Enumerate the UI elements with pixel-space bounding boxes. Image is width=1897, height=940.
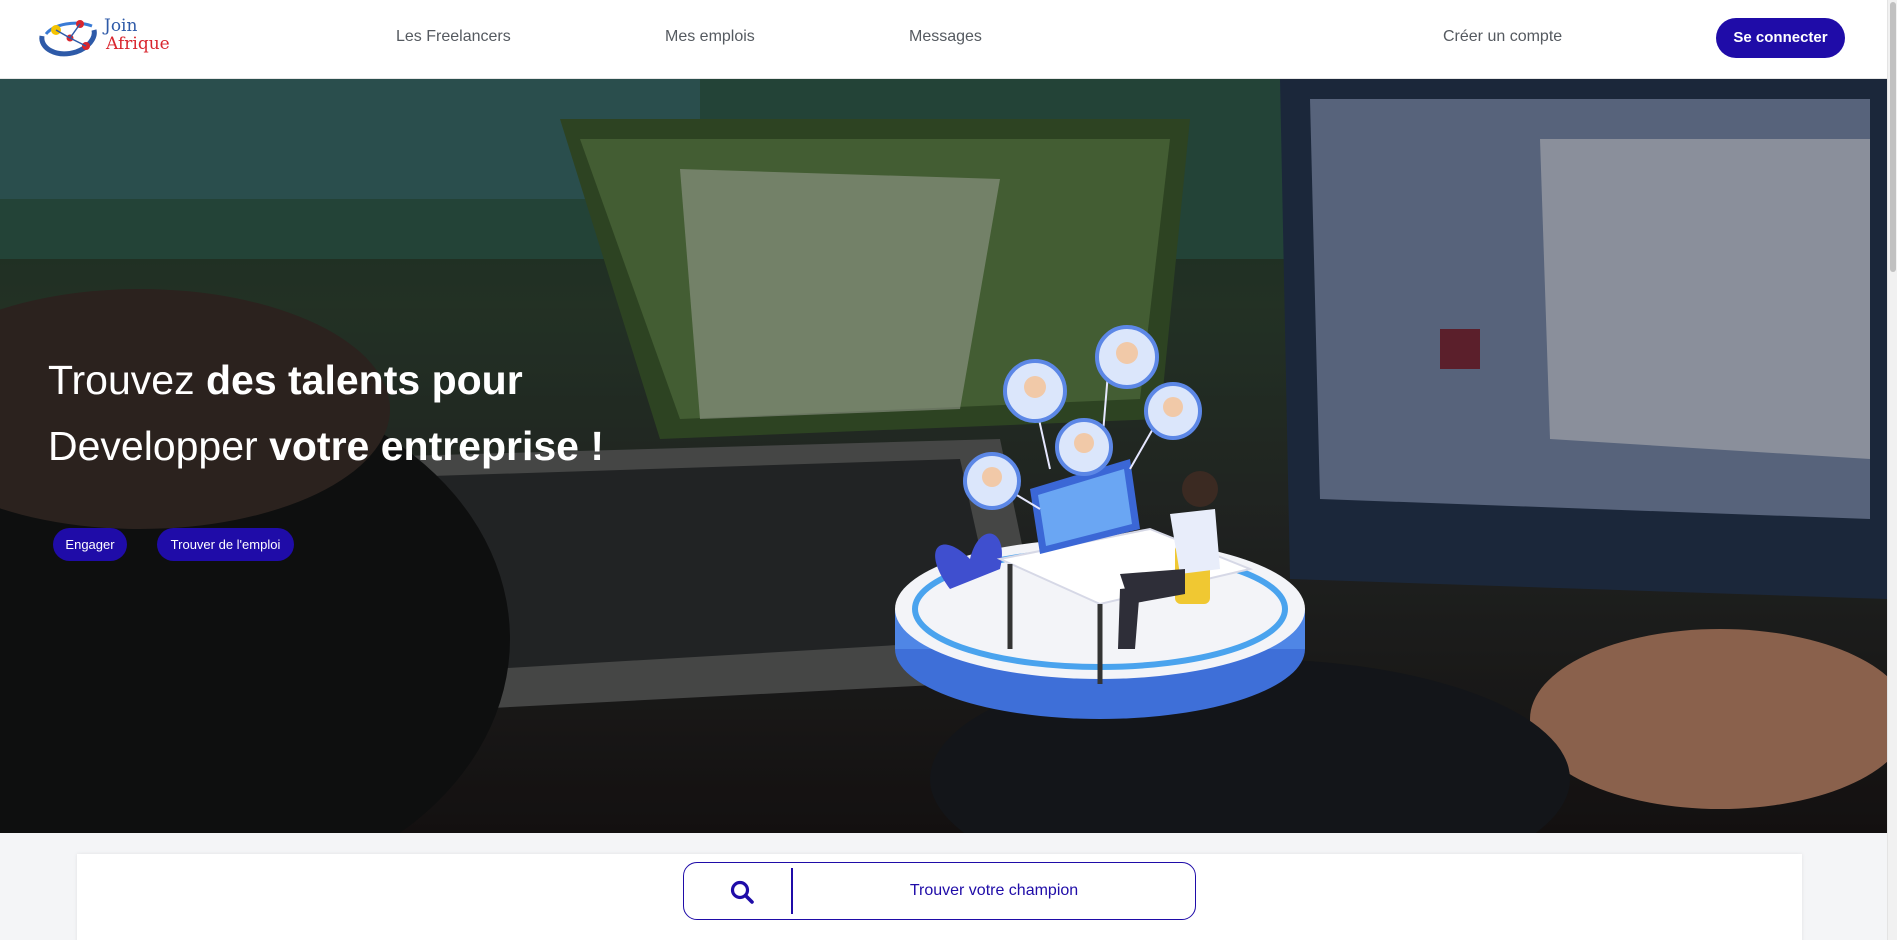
nav-freelancers-link[interactable]: Les Freelancers [396, 28, 511, 46]
champion-search-bar[interactable]: Trouver votre champion [683, 862, 1196, 920]
hero-headline-part-1-bold: des talents pour [205, 357, 523, 403]
hero-headline-part-2-bold: votre entreprise ! [269, 423, 605, 469]
logo-word-2: Afrique [106, 34, 170, 54]
page-scrollbar[interactable] [1887, 0, 1897, 940]
hero-headline-part-1: Trouvez [48, 357, 206, 403]
hero-headline: Trouvez des talents pour Developper votr… [48, 347, 604, 479]
login-button[interactable]: Se connecter [1716, 18, 1845, 58]
hero-headline-part-2: Developper [48, 423, 270, 469]
search-divider [791, 868, 793, 914]
nav-messages-link[interactable]: Messages [909, 28, 982, 46]
top-navbar: Join Afrique Les Freelancers Mes emplois… [0, 0, 1887, 79]
hero-headline-line-2: Developper votre entreprise ! [48, 413, 604, 479]
find-job-button[interactable]: Trouver de l'emploi [157, 528, 294, 561]
search-icon[interactable] [729, 879, 755, 905]
scrollbar-thumb[interactable] [1890, 2, 1896, 272]
search-label[interactable]: Trouver votre champion [794, 863, 1194, 919]
logo-word-1: Join [104, 16, 138, 36]
hero-headline-line-1: Trouvez des talents pour [48, 347, 604, 413]
hero-section: Trouvez des talents pour Developper votr… [0, 79, 1887, 833]
nav-my-jobs-link[interactable]: Mes emplois [665, 28, 755, 46]
logo-wordmark[interactable]: Join Afrique [104, 17, 170, 53]
hire-button[interactable]: Engager [53, 528, 127, 561]
workspace-illustration [895, 325, 1305, 719]
signup-link[interactable]: Créer un compte [1443, 28, 1562, 46]
